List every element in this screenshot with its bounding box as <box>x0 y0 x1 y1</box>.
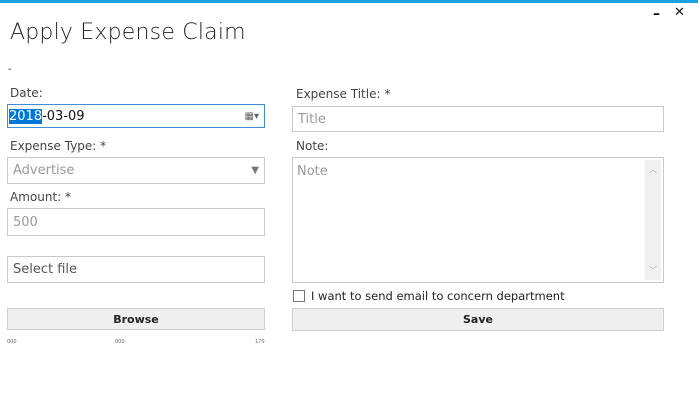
date-selected-text: 2018 <box>9 108 43 124</box>
expense-type-label: Expense Type: * <box>10 139 107 153</box>
dot-text: - <box>8 64 12 75</box>
date-rest-text: -03-09 <box>42 108 85 124</box>
title-input[interactable]: Title <box>292 106 664 132</box>
scroll-up-icon[interactable]: ︿ <box>645 164 661 175</box>
footer-middle-text: 000 <box>115 339 125 345</box>
close-button[interactable]: ✕ <box>674 5 685 20</box>
note-label: Note: <box>296 139 329 153</box>
date-picker[interactable]: 2018 -03-09 ▦▾ <box>7 104 265 128</box>
save-button[interactable]: Save <box>292 308 664 331</box>
page-title: Apply Expense Claim <box>10 20 246 45</box>
email-checkbox-label: I want to send email to concern departme… <box>311 289 565 303</box>
email-checkbox[interactable] <box>293 290 305 302</box>
select-file-input[interactable]: Select file <box>7 256 265 283</box>
note-scrollbar[interactable]: ︿ ﹀ <box>645 160 661 280</box>
calendar-dropdown-icon[interactable]: ▦▾ <box>245 111 259 122</box>
note-placeholder: Note <box>297 164 328 179</box>
amount-label: Amount: * <box>10 190 72 204</box>
footer-right-text: 170 <box>255 339 265 345</box>
footer-left-text: 000 <box>7 339 17 345</box>
date-label: Date: <box>10 86 43 100</box>
chevron-down-icon: ▼ <box>251 165 259 176</box>
expense-type-value: Advertise <box>13 163 75 178</box>
browse-button[interactable]: Browse <box>7 308 265 330</box>
scroll-down-icon[interactable]: ﹀ <box>645 265 661 276</box>
note-textarea[interactable]: Note ︿ ﹀ <box>292 157 664 283</box>
amount-input[interactable]: 500 <box>7 208 265 236</box>
expense-type-select[interactable]: Advertise ▼ <box>7 157 265 184</box>
expense-title-label: Expense Title: * <box>296 87 391 101</box>
title-bar-accent <box>0 0 698 3</box>
minimize-button[interactable]: – <box>653 6 660 22</box>
